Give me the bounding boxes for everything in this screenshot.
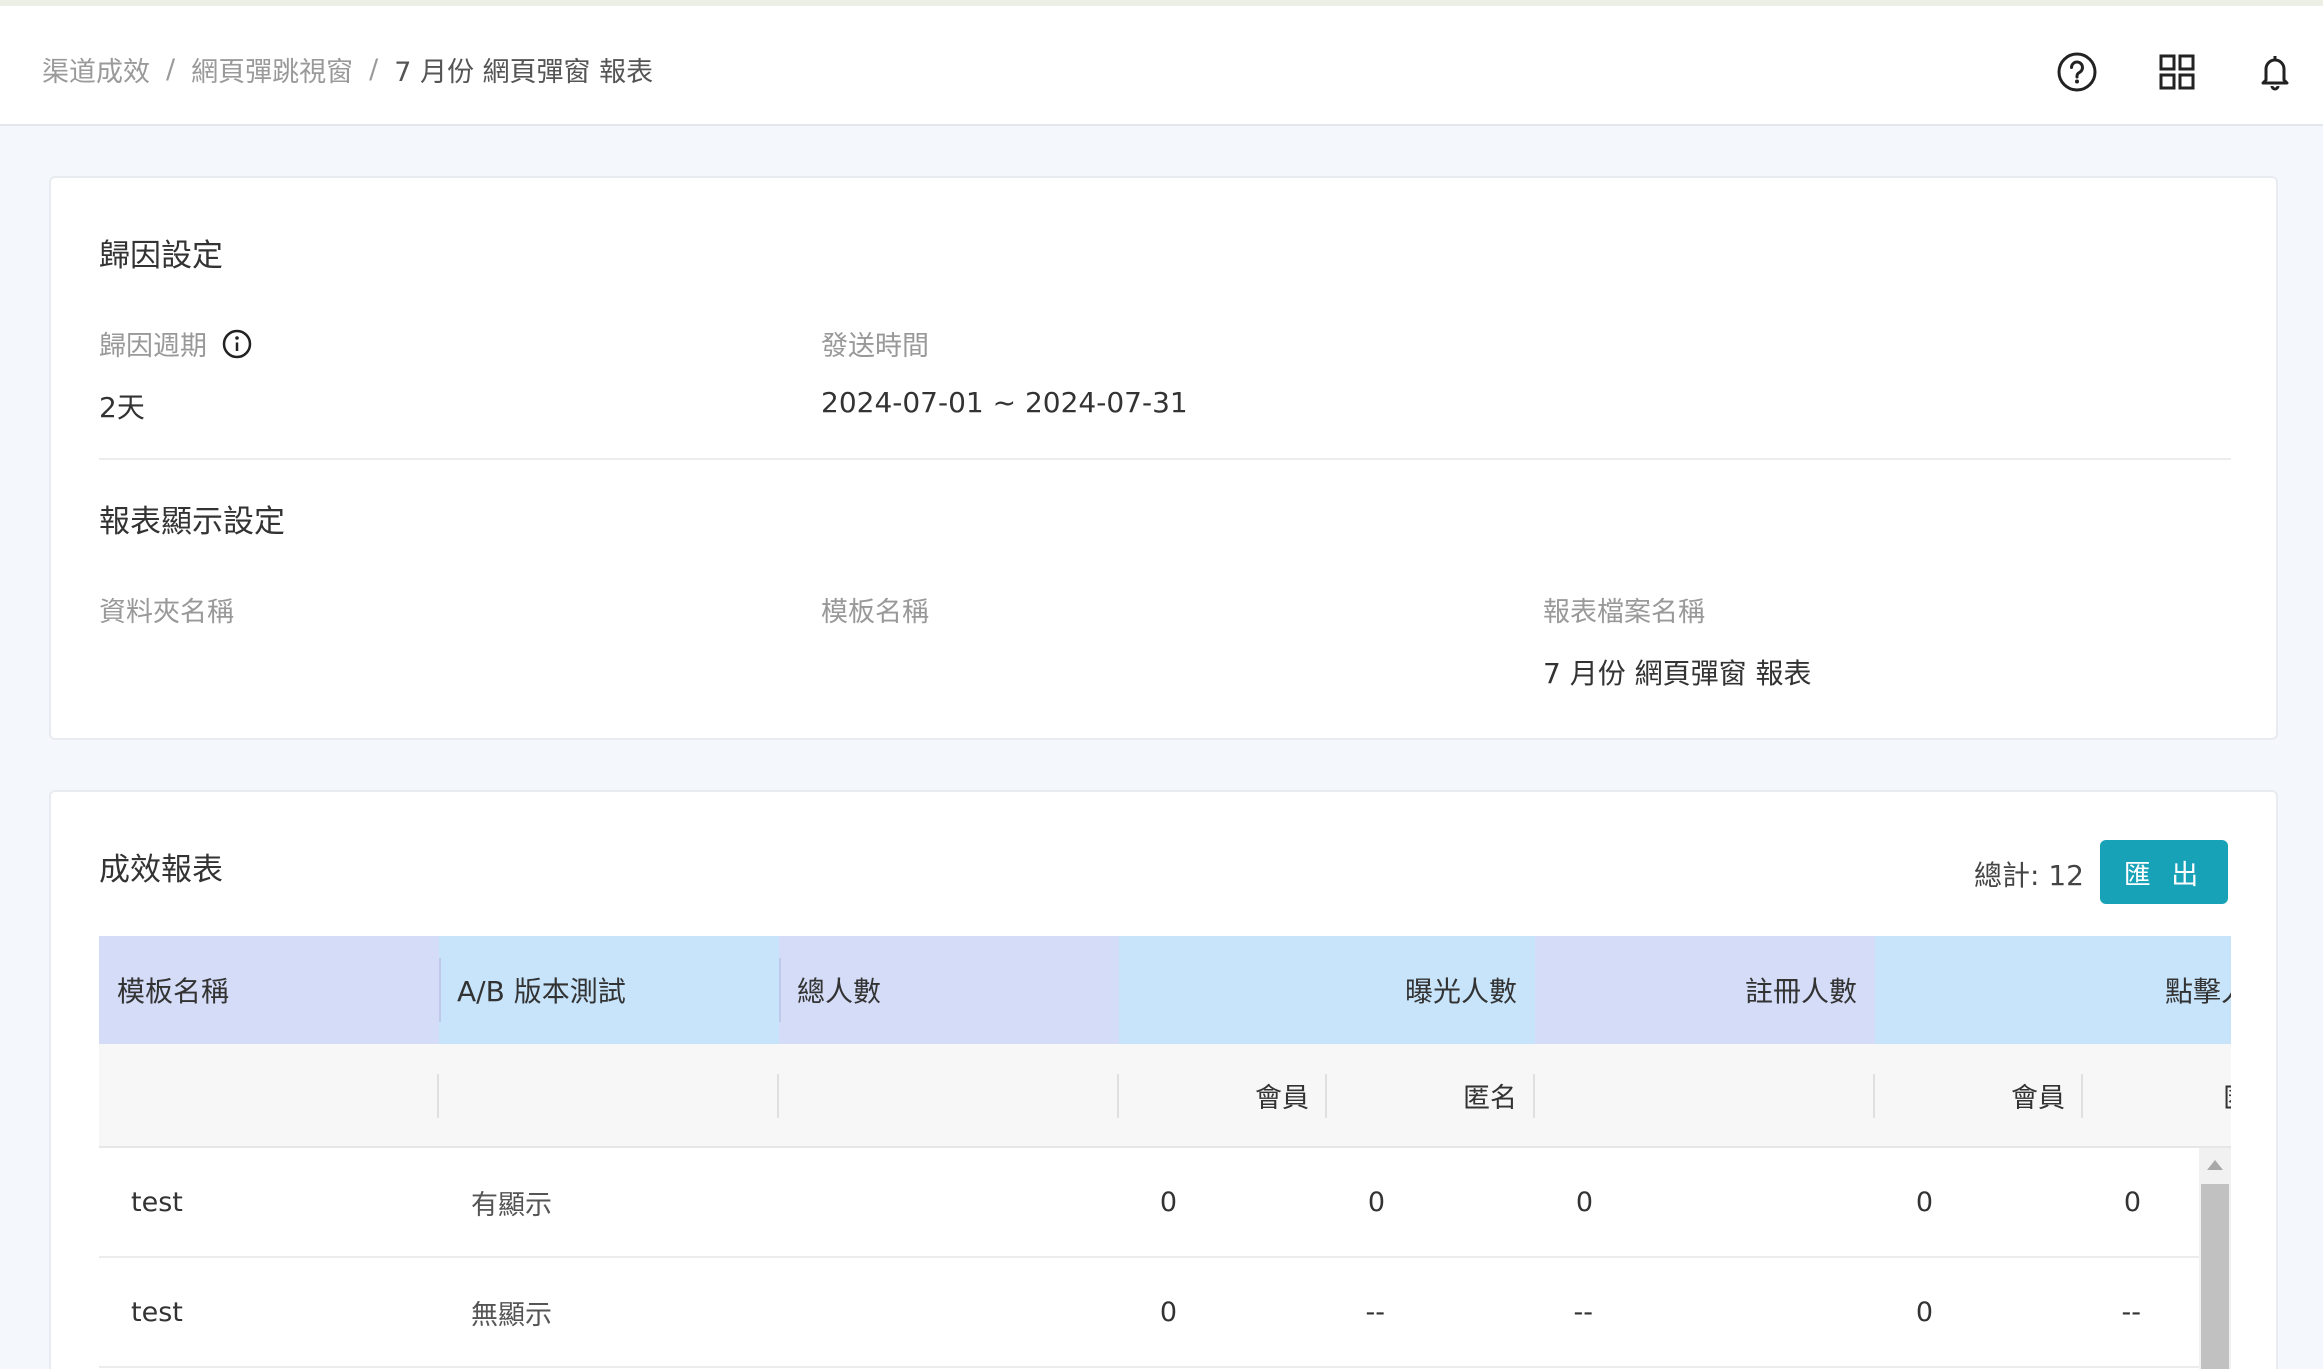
export-button[interactable]: 匯 出 <box>2100 840 2228 904</box>
column-header-impressions[interactable]: 曝光人數 <box>1119 936 1535 1044</box>
attribution-period-value: 2天 <box>99 391 145 424</box>
table-row[interactable]: test 有顯示 0 0 0 0 0 <box>99 1148 2199 1258</box>
attribution-period-label: 歸因週期 <box>99 324 253 363</box>
subheader-impressions-anonymous-text: 匿名 <box>1463 1082 1517 1114</box>
breadcrumb-item-channel[interactable]: 渠道成效 <box>42 50 150 89</box>
cell-template: test <box>131 1186 183 1218</box>
breadcrumb-separator: / <box>369 54 379 85</box>
cell-clicks-member: 0 <box>2123 1186 2141 1218</box>
help-circle-icon[interactable] <box>2049 44 2105 100</box>
column-separator <box>779 958 781 1022</box>
subheader-clicks-anonymous[interactable]: 匿名 <box>2083 1044 2231 1146</box>
cell-registrations: 0 <box>1915 1186 1933 1218</box>
report-table: 模板名稱 A/B 版本測試 總人數 曝光人數 註冊人數 點擊人數 <box>99 936 2231 1369</box>
section-divider <box>99 458 2231 460</box>
subheader-empty <box>1535 1044 1875 1146</box>
table-row[interactable]: test 無顯示 0 -- -- 0 -- <box>99 1258 2199 1368</box>
subheader-empty <box>439 1044 779 1146</box>
subheader-empty <box>779 1044 1119 1146</box>
cell-ab-test: 無顯示 <box>471 1299 552 1331</box>
column-header-clicks[interactable]: 點擊人數 <box>1875 936 2231 1044</box>
cell-impressions-anonymous: -- <box>1573 1296 1594 1328</box>
cell-ab-test: 有顯示 <box>471 1189 552 1221</box>
column-header-registrations[interactable]: 註冊人數 <box>1535 936 1875 1044</box>
column-header-total-people[interactable]: 總人數 <box>779 936 1119 1044</box>
apps-grid-icon[interactable] <box>2149 44 2205 100</box>
template-name-label: 模板名稱 <box>821 597 929 628</box>
cell-total-people: 0 <box>1159 1186 1177 1218</box>
send-time-value: 2024-07-01 ~ 2024-07-31 <box>821 386 1188 419</box>
top-header: 渠道成效 / 網頁彈跳視窗 / 7 月份 網頁彈窗 報表 <box>0 6 2323 126</box>
breadcrumb-separator: / <box>166 54 176 85</box>
report-title: 成效報表 <box>99 852 223 888</box>
table-header: 模板名稱 A/B 版本測試 總人數 曝光人數 註冊人數 點擊人數 <box>99 936 2231 1044</box>
column-header-registrations-text: 註冊人數 <box>1744 975 1857 1008</box>
report-file-name-value: 7 月份 網頁彈窗 報表 <box>1543 657 1812 690</box>
cell-impressions-member: 0 <box>1367 1186 1385 1218</box>
cell-impressions-member: -- <box>1365 1296 1386 1328</box>
column-separator <box>439 958 441 1022</box>
subheader-impressions-member[interactable]: 會員 <box>1119 1044 1327 1146</box>
column-header-ab-test[interactable]: A/B 版本測試 <box>439 936 779 1044</box>
column-header-ab-test-text: A/B 版本測試 <box>457 975 626 1008</box>
cell-clicks-member: -- <box>2121 1296 2142 1328</box>
info-icon[interactable] <box>221 328 253 360</box>
attribution-settings-title: 歸因設定 <box>99 238 223 274</box>
report-file-name-label: 報表檔案名稱 <box>1543 597 1705 628</box>
settings-card: 歸因設定 歸因週期 2天 發送時間 2024-07-01 ~ 2024-07-3… <box>49 176 2278 740</box>
display-settings-title: 報表顯示設定 <box>99 504 285 540</box>
table-subheader: 會員 匿名 會員 匿名 <box>99 1044 2231 1148</box>
scroll-up-arrow-icon[interactable] <box>2207 1160 2223 1170</box>
subheader-clicks-anonymous-text: 匿名 <box>2223 1076 2231 1115</box>
report-card: 成效報表 總計: 12 匯 出 模板名稱 A/B 版本測試 總人數 曝光人數 註… <box>49 790 2278 1369</box>
column-header-template-text: 模板名稱 <box>117 975 230 1008</box>
subheader-clicks-member[interactable]: 會員 <box>1875 1044 2083 1146</box>
folder-name-label: 資料夾名稱 <box>99 597 234 628</box>
breadcrumb-current: 7 月份 網頁彈窗 報表 <box>394 57 654 88</box>
subheader-impressions-member-text: 會員 <box>1255 1082 1309 1114</box>
breadcrumb: 渠道成效 / 網頁彈跳視窗 / 7 月份 網頁彈窗 報表 <box>42 50 653 89</box>
cell-impressions-anonymous: 0 <box>1575 1186 1593 1218</box>
column-header-clicks-text: 點擊人數 <box>2165 975 2231 1008</box>
table-vertical-scrollbar[interactable] <box>2199 1148 2231 1369</box>
bell-icon[interactable] <box>2247 44 2303 100</box>
column-header-impressions-text: 曝光人數 <box>1404 975 1517 1008</box>
subheader-empty <box>99 1044 439 1146</box>
breadcrumb-item-popup[interactable]: 網頁彈跳視窗 <box>191 50 353 89</box>
cell-registrations: 0 <box>1915 1296 1933 1328</box>
attribution-period-label-text: 歸因週期 <box>99 331 207 362</box>
cell-template: test <box>131 1296 183 1328</box>
subheader-clicks-member-text: 會員 <box>2011 1082 2065 1114</box>
cell-total-people: 0 <box>1159 1296 1177 1328</box>
subheader-impressions-anonymous[interactable]: 匿名 <box>1327 1044 1535 1146</box>
column-header-total-people-text: 總人數 <box>797 975 882 1008</box>
column-header-template[interactable]: 模板名稱 <box>99 936 439 1044</box>
report-total: 總計: 12 <box>1974 859 2084 892</box>
send-time-label: 發送時間 <box>821 331 929 362</box>
scrollbar-thumb[interactable] <box>2201 1184 2229 1369</box>
